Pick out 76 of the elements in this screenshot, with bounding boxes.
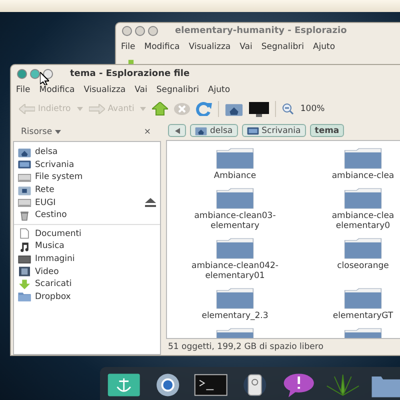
reload-icon[interactable] (196, 102, 212, 116)
menu-item[interactable]: Visualizza (84, 85, 126, 95)
sidebar-item[interactable]: EUGI (35, 198, 141, 208)
menu-item[interactable]: Ajuto (312, 42, 336, 52)
network-icon (18, 184, 31, 196)
drive-icon (18, 197, 31, 208)
sidebar-item[interactable]: Rete (35, 185, 156, 196)
zoom-level: 100% (300, 104, 325, 114)
mouse-pointer-icon (40, 72, 49, 85)
menu-item[interactable]: Vai (240, 42, 252, 52)
desktop-icon (246, 126, 259, 136)
menu-item[interactable]: Modifica (144, 42, 180, 52)
file-name[interactable]: elementaryGT (332, 311, 394, 321)
file-name[interactable]: ambiance-clea (332, 171, 394, 181)
folder-icon[interactable] (344, 238, 382, 259)
menu-item[interactable]: Ajuto (208, 85, 230, 95)
path-button[interactable]: Scrivania (242, 124, 306, 137)
file-name[interactable]: Ambiance (214, 171, 256, 181)
sidebar-item[interactable]: Immagini (35, 254, 156, 264)
folder-icon[interactable] (216, 288, 254, 309)
folder-icon[interactable] (344, 188, 382, 209)
status-text: 51 oggetti, 199,2 GB di spazio libero (167, 341, 324, 354)
path-button[interactable]: delsa (190, 124, 238, 137)
menu-item[interactable]: File (121, 42, 136, 52)
scroll-left-button[interactable] (168, 124, 186, 137)
file-name[interactable]: ambiance-clean042- elementary01 (192, 261, 278, 281)
minimize-button[interactable] (43, 69, 53, 79)
pictures-icon (18, 254, 31, 265)
folder-icon[interactable] (344, 288, 382, 309)
triangle-icon (174, 128, 180, 134)
eject-icon[interactable] (145, 198, 156, 208)
sidebar-item[interactable]: Musica (35, 241, 156, 252)
folder-icon[interactable] (344, 148, 382, 169)
caret-icon[interactable] (55, 130, 62, 134)
menu-item[interactable]: File (16, 85, 30, 95)
sidebar-item[interactable]: Video (35, 266, 156, 277)
menu-item[interactable]: Vai (134, 85, 148, 95)
menu-item[interactable]: Segnalibri (261, 42, 304, 52)
video-icon (18, 266, 31, 278)
sidebar-title: Risorse (21, 127, 52, 137)
file-name[interactable]: elementary_2.3 (202, 311, 268, 321)
drive-icon (18, 172, 31, 183)
close-button[interactable] (17, 69, 27, 79)
close-button[interactable]: × (144, 127, 151, 137)
sidebar-item[interactable]: Scrivania (35, 160, 156, 170)
plant-icon[interactable] (324, 372, 360, 398)
documents-icon (18, 228, 31, 240)
desktop-icon (18, 159, 31, 170)
downloads-icon (18, 278, 31, 290)
close-button[interactable] (122, 26, 132, 36)
file-name[interactable]: ambiance-clean03- elementary (194, 211, 276, 231)
terminal-icon[interactable] (193, 372, 230, 398)
menu-item[interactable]: Visualizza (188, 42, 231, 52)
window-title: tema - Esplorazione file (70, 69, 190, 79)
file-name[interactable]: closeorange (337, 261, 389, 271)
folder-icon[interactable] (216, 238, 254, 259)
sidebar-item[interactable]: File system (35, 172, 156, 182)
menu-item[interactable]: Modifica (39, 85, 75, 95)
window-title: elementary-humanity - Esplorazio (175, 26, 347, 36)
trash-icon (18, 210, 31, 221)
folder-icon[interactable] (216, 148, 254, 169)
sidebar-item[interactable]: Documenti (35, 228, 156, 239)
path-button[interactable]: tema (310, 124, 344, 137)
folder-icon[interactable] (216, 188, 254, 209)
maximize-button[interactable] (135, 26, 145, 36)
sidebar-item[interactable]: Scaricati (35, 279, 156, 290)
sidebar-item[interactable]: Dropbox (35, 292, 156, 302)
anchor-icon[interactable] (106, 372, 142, 398)
sidebar-item[interactable]: delsa (35, 147, 156, 158)
music-icon (18, 240, 31, 252)
monitor-icon[interactable] (249, 102, 270, 116)
folder-icon (18, 291, 31, 302)
sidebar-item[interactable]: Cestino (35, 210, 156, 220)
file-name[interactable]: ambiance-clea elementary0 (332, 211, 394, 231)
zoom-out-icon[interactable] (282, 103, 294, 115)
menu-item[interactable]: Segnalibri (156, 85, 199, 95)
